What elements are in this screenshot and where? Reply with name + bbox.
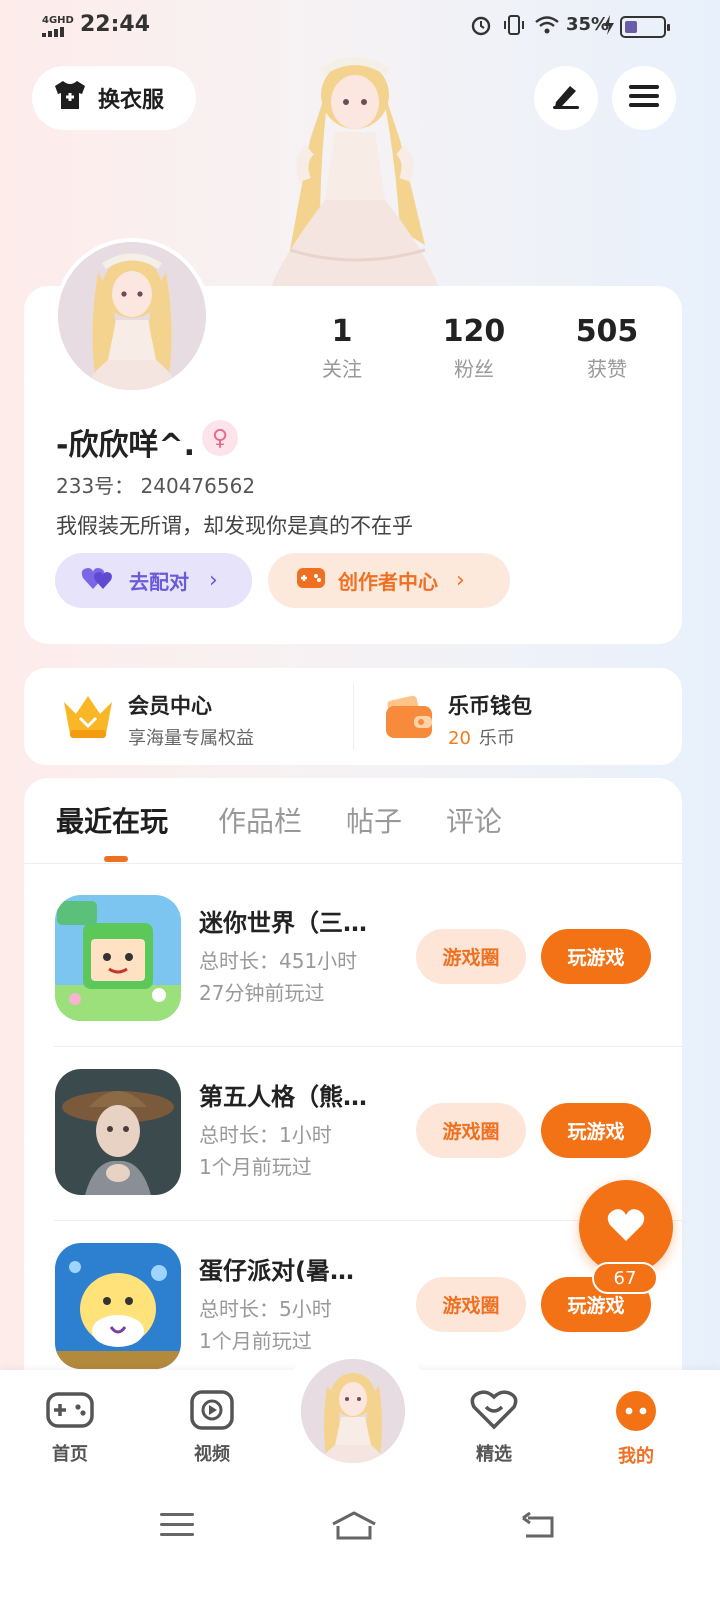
- game-name: 迷你世界（三…: [199, 909, 367, 937]
- active-tab-indicator: [104, 856, 128, 862]
- game-duration: 总时长：5小时: [199, 1297, 332, 1321]
- alarm-icon: [470, 14, 492, 40]
- game-name: 第五人格（熊…: [199, 1083, 367, 1111]
- gamepad-icon: [30, 1390, 110, 1434]
- game-name: 蛋仔派对(暑…: [199, 1257, 354, 1285]
- floating-like-button[interactable]: [579, 1180, 673, 1274]
- like-count-badge: 67: [592, 1262, 658, 1294]
- bio: 我假装无所谓，却发现你是真的不在乎: [56, 514, 413, 538]
- nav-mine[interactable]: 我的: [596, 1390, 676, 1468]
- wifi-icon: [534, 14, 560, 40]
- game-last-played: 27分钟前玩过: [199, 981, 325, 1005]
- likes-label: 获赞: [587, 357, 627, 381]
- nav-video-label: 视频: [194, 1444, 230, 1465]
- menu-button[interactable]: [612, 66, 676, 130]
- heart-icon: [606, 1207, 646, 1247]
- crown-icon: [60, 690, 116, 746]
- vibrate-icon: [502, 14, 526, 40]
- following-label: 关注: [322, 357, 362, 381]
- nav-home[interactable]: 首页: [30, 1390, 110, 1466]
- change-outfit-button[interactable]: 换衣服: [32, 66, 196, 130]
- game-icon-identity-v[interactable]: [55, 1069, 181, 1195]
- chevron-right-icon: ›: [456, 568, 465, 593]
- network-type: 4GHD: [42, 15, 74, 26]
- tab-recent-played[interactable]: 最近在玩: [56, 800, 168, 840]
- edit-profile-button[interactable]: [534, 66, 598, 130]
- back-icon[interactable]: [520, 1510, 556, 1544]
- change-outfit-label: 换衣服: [98, 88, 165, 113]
- status-bar: 4GHD 22:44 35%: [0, 0, 720, 52]
- nav-home-label: 首页: [52, 1444, 88, 1465]
- tab-posts[interactable]: 帖子: [346, 800, 402, 840]
- game-circle-button[interactable]: 游戏圈: [416, 1277, 526, 1332]
- game-row[interactable]: 迷你世界（三… 总时长：451小时 27分钟前玩过 游戏圈 玩游戏: [24, 873, 682, 1047]
- game-icon-eggy-party[interactable]: [55, 1243, 181, 1369]
- wallet-amount: 20: [448, 728, 471, 749]
- pen-icon: [550, 82, 582, 114]
- video-icon: [172, 1390, 252, 1434]
- hamburger-icon: [629, 83, 659, 113]
- play-game-button[interactable]: 玩游戏: [541, 1103, 651, 1158]
- fans-label: 粉丝: [454, 357, 494, 381]
- tab-divider: [24, 863, 682, 864]
- user-id[interactable]: 233号： 240476562: [56, 470, 255, 499]
- nav-mine-label: 我的: [618, 1446, 654, 1467]
- match-button[interactable]: 去配对 ›: [55, 553, 252, 608]
- signal-icon: [42, 27, 64, 37]
- wallet-title: 乐币钱包: [448, 694, 532, 718]
- fans-count: 120: [442, 314, 506, 349]
- double-heart-icon: [81, 565, 115, 596]
- tab-comments[interactable]: 评论: [446, 800, 502, 840]
- game-circle-button[interactable]: 游戏圈: [416, 1103, 526, 1158]
- recent-apps-icon[interactable]: [160, 1510, 194, 1544]
- game-circle-button[interactable]: 游戏圈: [416, 929, 526, 984]
- shirt-icon: [52, 79, 88, 117]
- game-duration: 总时长：451小时: [199, 949, 358, 973]
- member-subtitle: 享海量专属权益: [128, 728, 254, 749]
- creator-center-label: 创作者中心: [338, 570, 438, 594]
- following-count: 1: [331, 314, 353, 349]
- heart-badge-icon: [454, 1390, 534, 1434]
- likes-count: 505: [575, 314, 639, 349]
- battery-icon: [620, 16, 670, 38]
- nav-featured[interactable]: 精选: [454, 1390, 534, 1466]
- wallet-icon: [384, 694, 434, 744]
- female-icon: ♀: [202, 420, 238, 456]
- stat-fans[interactable]: 120 粉丝: [414, 314, 534, 382]
- clock: 22:44: [80, 12, 151, 37]
- game-icon-mini-world[interactable]: [55, 895, 181, 1021]
- match-label: 去配对: [129, 570, 189, 594]
- avatar[interactable]: [54, 238, 210, 394]
- stat-following[interactable]: 1 关注: [282, 314, 402, 382]
- game-last-played: 1个月前玩过: [199, 1329, 312, 1353]
- nav-video[interactable]: 视频: [172, 1390, 252, 1466]
- center-avatar-button[interactable]: [298, 1356, 408, 1466]
- game-row[interactable]: 第五人格（熊… 总时长：1小时 1个月前玩过 游戏圈 玩游戏: [24, 1047, 682, 1221]
- stat-likes[interactable]: 505 获赞: [547, 314, 667, 382]
- tab-works[interactable]: 作品栏: [218, 800, 302, 840]
- divider: [353, 684, 354, 750]
- home-icon[interactable]: [330, 1510, 378, 1546]
- charging-icon: [603, 14, 615, 40]
- member-title: 会员中心: [128, 694, 212, 718]
- game-duration: 总时长：1小时: [199, 1123, 332, 1147]
- creator-center-button[interactable]: 创作者中心 ›: [268, 553, 510, 608]
- play-game-button[interactable]: 玩游戏: [541, 929, 651, 984]
- wallet-unit: 乐币: [478, 728, 515, 749]
- avatar-character-illustration[interactable]: [250, 50, 460, 290]
- game-controller-icon: [296, 565, 326, 596]
- game-last-played: 1个月前玩过: [199, 1155, 312, 1179]
- nav-featured-label: 精选: [476, 1444, 512, 1465]
- chevron-right-icon: ›: [209, 568, 218, 593]
- profile-face-icon: [596, 1390, 676, 1436]
- nickname: -欣欣咩^.: [56, 428, 195, 463]
